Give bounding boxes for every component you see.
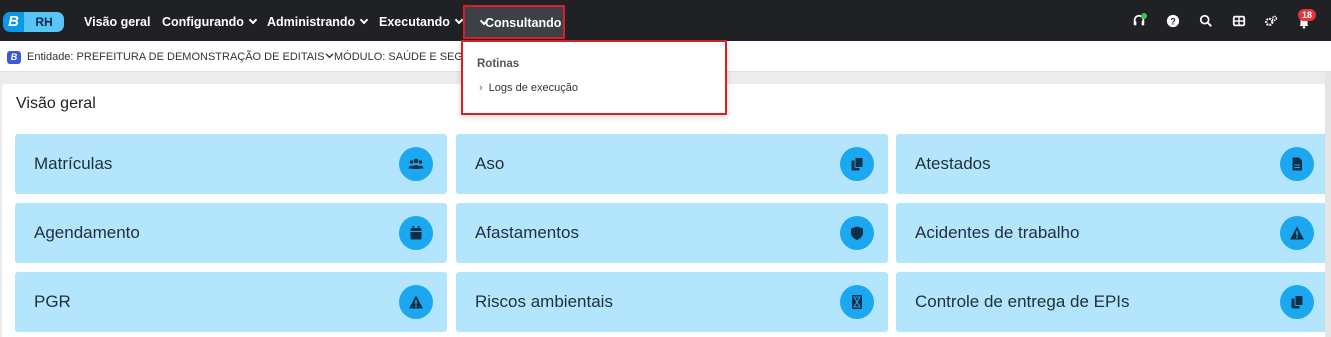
dropdown-section-heading: Rotinas bbox=[477, 58, 520, 70]
nav-consultando[interactable]: Consultando bbox=[463, 5, 565, 39]
card-label: Agendamento bbox=[34, 223, 140, 242]
card-label: Atestados bbox=[915, 154, 991, 173]
nav-visao-geral[interactable]: Visão geral bbox=[84, 0, 150, 41]
help-icon[interactable]: ? bbox=[1166, 14, 1180, 28]
search-icon[interactable] bbox=[1199, 14, 1213, 28]
card-label: Acidentes de trabalho bbox=[915, 223, 1080, 242]
page-title: Visão geral bbox=[16, 95, 96, 112]
consultando-dropdown: Rotinas › Logs de execução bbox=[461, 40, 727, 115]
calendar-icon bbox=[399, 216, 433, 250]
card-atestados[interactable]: Atestados bbox=[896, 134, 1328, 194]
page-scrollbar[interactable] bbox=[1325, 72, 1331, 337]
chevron-down-icon bbox=[248, 15, 258, 25]
logo-rh: RH bbox=[24, 12, 64, 32]
card-acidentes-de-trabalho[interactable]: Acidentes de trabalho bbox=[896, 203, 1328, 263]
hourglass-icon bbox=[840, 285, 874, 319]
document-icon bbox=[1280, 147, 1314, 181]
app-logo[interactable]: B RH bbox=[3, 12, 64, 32]
top-navbar: B RH Visão geral Configurando Administra… bbox=[0, 0, 1331, 41]
overview-panel: Visão geral Matrículas Aso Atestados Age… bbox=[2, 84, 1328, 337]
copy-icon bbox=[1280, 285, 1314, 319]
chevron-down-icon bbox=[454, 15, 464, 25]
entity-selector[interactable]: Entidade: PREFEITURA DE DEMONSTRAÇÃO DE … bbox=[27, 41, 334, 74]
card-afastamentos[interactable]: Afastamentos bbox=[456, 203, 888, 263]
users-icon bbox=[399, 147, 433, 181]
shield-icon bbox=[840, 216, 874, 250]
card-label: Controle de entrega de EPIs bbox=[915, 292, 1130, 311]
card-label: Afastamentos bbox=[475, 223, 579, 242]
card-label: Matrículas bbox=[34, 154, 113, 173]
online-status-dot bbox=[1141, 13, 1147, 19]
card-label: Riscos ambientais bbox=[475, 292, 613, 311]
card-controle-de-entrega-de-epis[interactable]: Controle de entrega de EPIs bbox=[896, 272, 1328, 332]
logo-b: B bbox=[3, 12, 24, 32]
card-matriculas[interactable]: Matrículas bbox=[15, 134, 447, 194]
card-label: PGR bbox=[34, 292, 71, 311]
menu-item-logs-de-execucao[interactable]: › Logs de execução bbox=[479, 82, 578, 94]
nav-configurando[interactable]: Configurando bbox=[162, 0, 258, 41]
card-label: Aso bbox=[475, 154, 505, 173]
card-riscos-ambientais[interactable]: Riscos ambientais bbox=[456, 272, 888, 332]
apps-grid-icon[interactable] bbox=[1232, 14, 1246, 28]
entity-badge: B bbox=[7, 51, 21, 64]
settings-icon[interactable] bbox=[1264, 14, 1278, 28]
notification-badge: 18 bbox=[1298, 9, 1316, 21]
warning-icon bbox=[1280, 216, 1314, 250]
nav-executando[interactable]: Executando bbox=[379, 0, 464, 41]
svg-text:?: ? bbox=[1170, 17, 1175, 27]
copy-icon bbox=[840, 147, 874, 181]
warning-icon bbox=[399, 285, 433, 319]
nav-administrando[interactable]: Administrando bbox=[267, 0, 369, 41]
card-pgr[interactable]: PGR bbox=[15, 272, 447, 332]
card-aso[interactable]: Aso bbox=[456, 134, 888, 194]
chevron-right-icon: › bbox=[479, 82, 483, 94]
card-agendamento[interactable]: Agendamento bbox=[15, 203, 447, 263]
chevron-down-icon bbox=[359, 15, 369, 25]
module-selector[interactable]: MÓDULO: SAÚDE E SEGU bbox=[334, 41, 464, 74]
